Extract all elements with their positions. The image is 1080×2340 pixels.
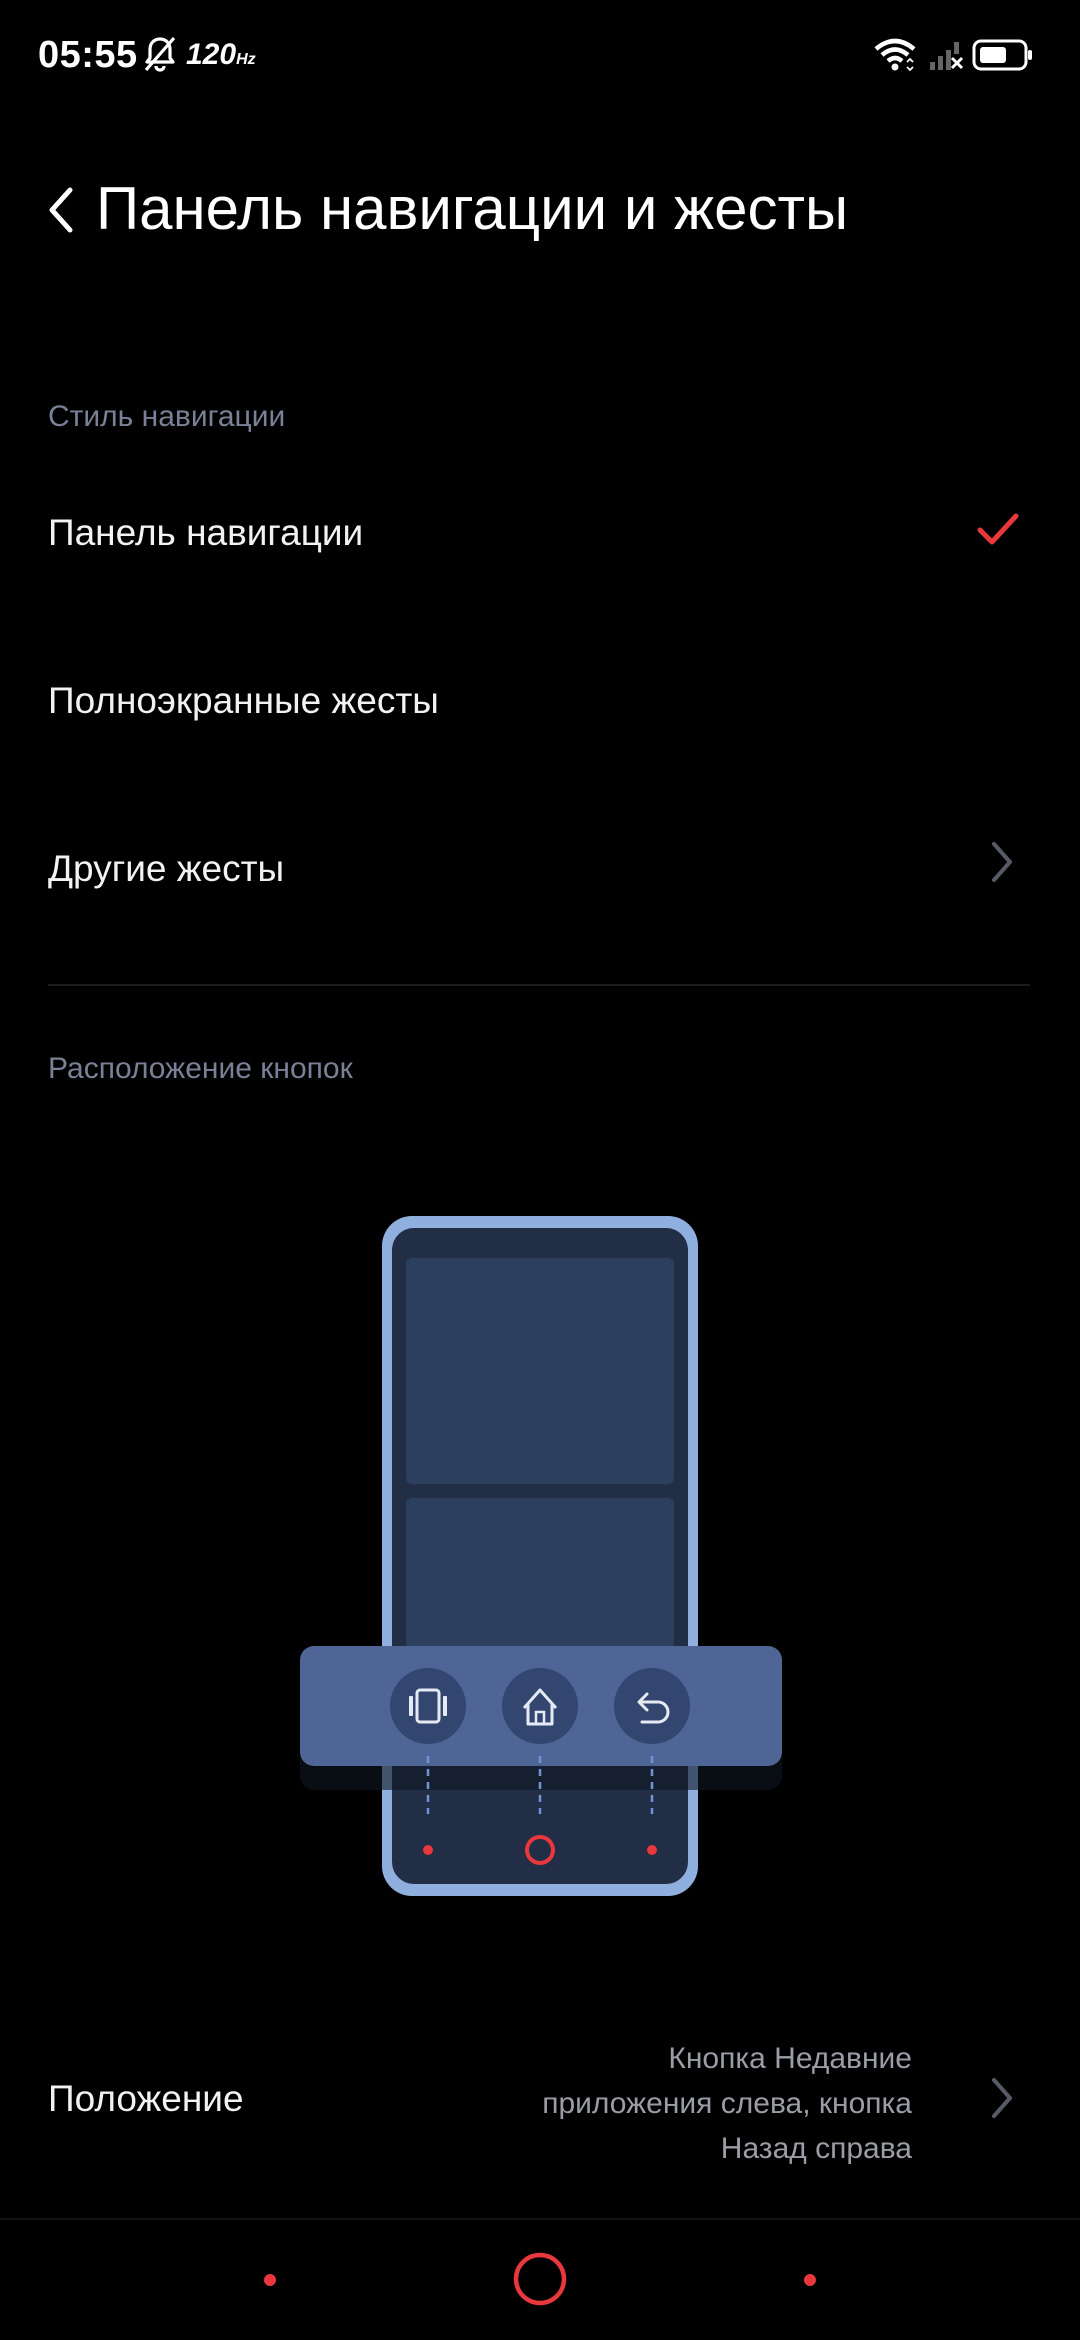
page-title: Панель навигации и жесты	[96, 175, 849, 242]
position-setting[interactable]: Положение Кнопка Недавние приложения сле…	[0, 2020, 1080, 2180]
refresh-rate: 120Hz	[186, 38, 256, 71]
section-label-buttons-layout: Расположение кнопок	[48, 1052, 353, 1085]
signal-no-service-icon	[930, 42, 964, 70]
option-other-gestures[interactable]: Другие жесты	[0, 792, 1080, 952]
recents-key[interactable]	[264, 2274, 276, 2286]
section-label-nav-style: Стиль навигации	[48, 400, 286, 433]
position-value: Кнопка Недавние приложения слева, кнопка…	[492, 2036, 912, 2171]
back-key[interactable]	[804, 2274, 816, 2286]
position-value-line: Кнопка Недавние	[668, 2042, 912, 2075]
option-navigation-bar[interactable]: Панель навигации	[0, 456, 1080, 616]
chevron-left-icon[interactable]	[44, 184, 78, 236]
home-icon	[502, 1668, 578, 1744]
status-bar: 05:55 120Hz	[0, 0, 1080, 110]
position-value-line: приложения слева, кнопка	[542, 2087, 912, 2120]
back-arrow-icon	[614, 1668, 690, 1744]
recents-icon	[390, 1668, 466, 1744]
check-icon	[977, 513, 1019, 545]
wifi-icon	[874, 38, 916, 72]
battery-icon	[972, 39, 1032, 71]
header: Панель навигации и жесты	[0, 150, 1080, 270]
chevron-right-icon	[992, 842, 1012, 882]
home-key[interactable]	[513, 2252, 567, 2306]
status-time: 05:55	[38, 34, 138, 76]
bell-off-icon	[144, 36, 176, 72]
chevron-right-icon	[992, 2078, 1012, 2118]
section-divider	[48, 984, 1030, 986]
option-label: Полноэкранные жесты	[48, 680, 439, 721]
option-label: Панель навигации	[48, 512, 364, 553]
option-fullscreen-gestures[interactable]: Полноэкранные жесты	[0, 624, 1080, 784]
position-label: Положение	[48, 2078, 244, 2119]
phone-illustration	[300, 1216, 782, 1896]
system-nav-bar	[0, 2220, 1080, 2340]
position-value-line: Назад справа	[720, 2132, 912, 2165]
option-label: Другие жесты	[48, 848, 285, 889]
